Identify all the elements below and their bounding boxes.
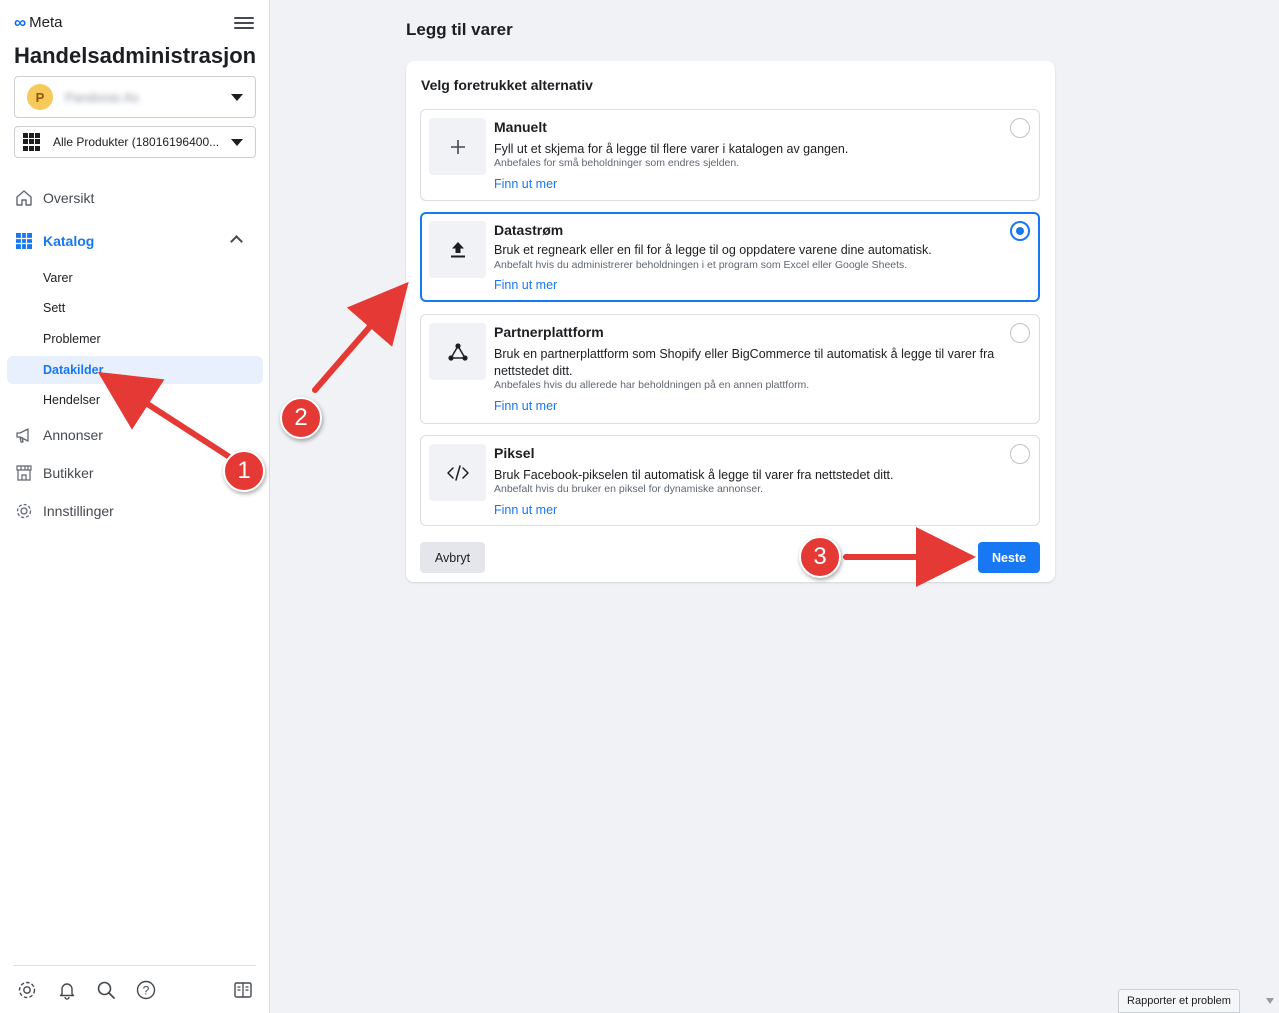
option-data-feed[interactable]: Datastrøm Bruk et regneark eller en fil … [420, 212, 1040, 302]
home-icon [14, 188, 33, 207]
option-radio[interactable] [1010, 118, 1030, 138]
option-partner-platform[interactable]: Partnerplattform Bruk en partnerplattfor… [420, 314, 1040, 424]
shop-icon [14, 463, 33, 482]
card-heading: Velg foretrukket alternativ [421, 77, 593, 93]
sidebar-subitem-events[interactable]: Hendelser [43, 393, 100, 407]
option-note: Anbefalt hvis du bruker en piksel for dy… [494, 483, 764, 495]
sidebar-item-label: Oversikt [43, 189, 95, 206]
option-title: Partnerplattform [494, 324, 604, 340]
option-description: Bruk et regneark eller en fil for å legg… [494, 243, 932, 257]
learn-more-link[interactable]: Finn ut mer [494, 278, 557, 292]
annotation-badge-1: 1 [223, 450, 265, 492]
option-title: Manuelt [494, 119, 547, 135]
help-icon[interactable]: ? [136, 980, 156, 1000]
bell-icon[interactable] [57, 980, 77, 1000]
sidebar-subitem-sets[interactable]: Sett [43, 301, 65, 315]
option-note: Anbefales hvis du allerede har beholdnin… [494, 379, 810, 391]
learn-more-link[interactable]: Finn ut mer [494, 177, 557, 191]
megaphone-icon [14, 425, 33, 444]
report-problem-button[interactable]: Rapporter et problem [1118, 989, 1240, 1013]
grid-icon [23, 133, 41, 151]
caret-down-icon [231, 94, 243, 101]
option-radio[interactable] [1010, 444, 1030, 464]
meta-logo-icon: ∞ [14, 13, 27, 32]
network-icon [429, 323, 486, 380]
sidebar-item-catalog[interactable]: Katalog [14, 231, 94, 250]
option-description: Bruk en partnerplattform som Shopify ell… [494, 347, 995, 378]
add-items-card: Velg foretrukket alternativ Manuelt Fyll… [406, 61, 1055, 582]
account-avatar: P [27, 84, 53, 110]
annotation-arrow-2 [312, 281, 409, 393]
app-title: Handelsadministrasjon [14, 43, 257, 68]
account-selector[interactable]: P Pandoras As [14, 76, 256, 118]
option-manual[interactable]: Manuelt Fyll ut et skjema for å legge ti… [420, 109, 1040, 201]
code-icon [429, 444, 486, 501]
sidebar: ∞ Meta Handelsadministrasjon P Pandoras … [0, 0, 270, 1013]
sidebar-item-shops[interactable]: Butikker [14, 463, 94, 482]
account-name: Pandoras As [65, 89, 139, 105]
annotation-badge-2: 2 [280, 397, 322, 439]
caret-down-icon [231, 139, 243, 146]
plus-icon [429, 118, 486, 175]
option-title: Datastrøm [494, 222, 564, 238]
catalog-selector[interactable]: Alle Produkter (18016196400... [14, 126, 256, 158]
divider [14, 965, 256, 966]
sidebar-item-label: Annonser [43, 426, 103, 443]
sidebar-item-label: Butikker [43, 464, 94, 481]
panel-toggle-icon[interactable] [233, 980, 253, 1000]
page-title: Legg til varer [406, 20, 513, 39]
meta-brand[interactable]: ∞ Meta [14, 14, 62, 31]
option-title: Piksel [494, 445, 535, 461]
option-description: Bruk Facebook-pikselen til automatisk å … [494, 468, 894, 482]
search-icon[interactable] [96, 980, 116, 1000]
learn-more-link[interactable]: Finn ut mer [494, 503, 557, 517]
gear-icon [14, 501, 33, 520]
brand-label: Meta [29, 14, 63, 31]
sidebar-subitem-data-sources[interactable]: Datakilder [43, 363, 103, 377]
option-note: Anbefales for små beholdninger som endre… [494, 157, 740, 169]
option-radio[interactable] [1010, 323, 1030, 343]
sidebar-subitem-problems[interactable]: Problemer [43, 332, 101, 346]
cancel-button[interactable]: Avbryt [420, 542, 485, 573]
sidebar-item-ads[interactable]: Annonser [14, 425, 103, 444]
option-pixel[interactable]: Piksel Bruk Facebook-pikselen til automa… [420, 435, 1040, 526]
svg-text:?: ? [143, 984, 150, 998]
catalog-grid-icon [14, 231, 33, 250]
scroll-down-arrow-icon[interactable] [1266, 998, 1274, 1004]
hamburger-menu-icon[interactable] [234, 14, 254, 32]
catalog-selector-label: Alle Produkter (18016196400... [53, 135, 220, 149]
sidebar-item-overview[interactable]: Oversikt [14, 188, 94, 207]
annotation-badge-3: 3 [799, 536, 841, 578]
sidebar-item-label: Katalog [43, 232, 95, 249]
option-radio-selected[interactable] [1010, 221, 1030, 241]
upload-icon [429, 221, 486, 278]
chevron-up-icon[interactable] [230, 235, 243, 248]
sidebar-item-settings[interactable]: Innstillinger [14, 501, 114, 520]
learn-more-link[interactable]: Finn ut mer [494, 399, 557, 413]
option-note: Anbefalt hvis du administrerer beholdnin… [494, 259, 908, 271]
next-button[interactable]: Neste [978, 542, 1040, 573]
option-description: Fyll ut et skjema for å legge til flere … [494, 142, 849, 156]
settings-gear-icon[interactable] [17, 980, 37, 1000]
sidebar-item-label: Innstillinger [43, 502, 114, 519]
sidebar-subitem-items[interactable]: Varer [43, 271, 73, 285]
